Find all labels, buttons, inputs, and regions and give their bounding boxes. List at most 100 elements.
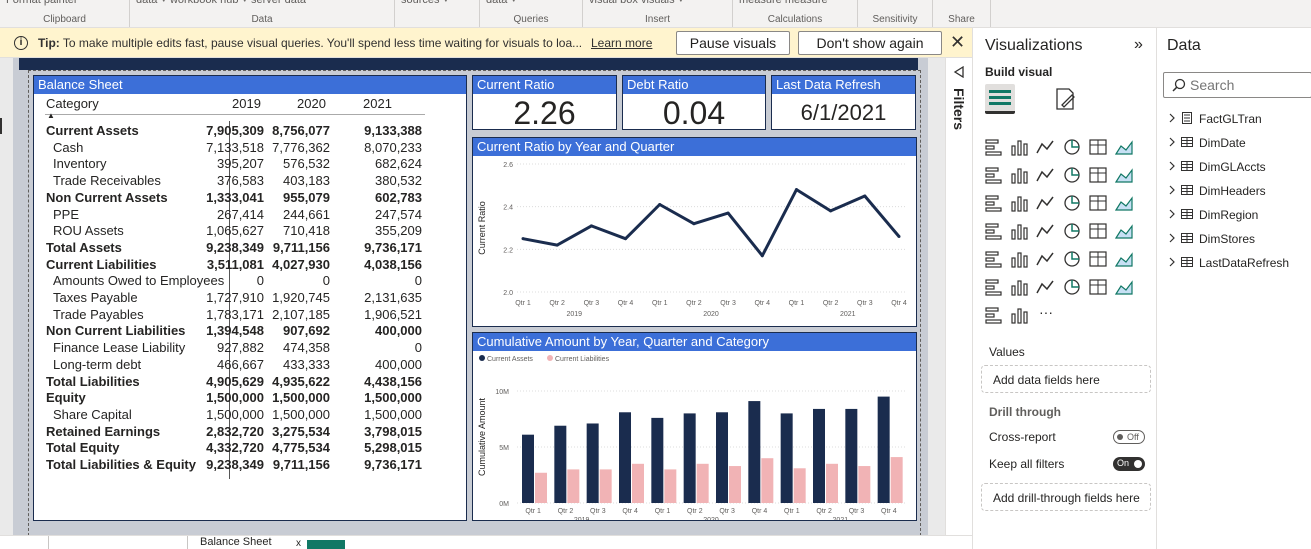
- python-visual-icon[interactable]: [1087, 248, 1109, 270]
- stacked-area-icon[interactable]: [1035, 164, 1057, 186]
- line-clustered-icon[interactable]: [1087, 164, 1109, 186]
- ribbon-chart-icon[interactable]: [1113, 164, 1135, 186]
- balance-sheet-matrix[interactable]: Balance Sheet Category 2019 2020 2021 ▲ …: [33, 75, 467, 521]
- debt-ratio-card[interactable]: Debt Ratio 0.04: [622, 75, 766, 131]
- ribbon-command-labels[interactable]: Format painter: [6, 0, 78, 6]
- data-table-item[interactable]: DimStores: [1165, 230, 1310, 250]
- table-row[interactable]: Total Liabilities & Equity 9,238,349 9,711…: [34, 457, 464, 474]
- dont-show-again-button[interactable]: Don't show again: [798, 31, 942, 55]
- stacked-bar-icon[interactable]: [983, 136, 1005, 158]
- table-row[interactable]: Trade Payables 1,783,171 2,107,185 1,906,52…: [34, 307, 464, 324]
- table-row[interactable]: Total Assets 9,238,349 9,711,156 9,736,171: [34, 240, 464, 257]
- column-header-2019[interactable]: 2019: [232, 96, 261, 111]
- table-row[interactable]: Cash 7,133,518 7,776,362 8,070,233: [34, 140, 464, 157]
- table-row[interactable]: PPE 267,414 244,661 247,574: [34, 207, 464, 224]
- line-chart-icon[interactable]: [983, 164, 1005, 186]
- data-table-item[interactable]: DimDate: [1165, 134, 1310, 154]
- table-row[interactable]: Current Assets 7,905,309 8,756,077 9,133,38…: [34, 123, 464, 140]
- table-row[interactable]: Retained Earnings 2,832,720 3,275,534 3,798…: [34, 424, 464, 441]
- data-table-item[interactable]: FactGLTran: [1165, 110, 1310, 130]
- chevron-right-icon[interactable]: [1167, 233, 1177, 243]
- data-table-item[interactable]: LastDataRefresh: [1165, 254, 1310, 274]
- data-table-item[interactable]: DimRegion: [1165, 206, 1310, 226]
- table-row[interactable]: Non Current Assets 1,333,041 955,079 602,78…: [34, 190, 464, 207]
- map-icon[interactable]: [983, 220, 1005, 242]
- goals-icon[interactable]: [1061, 276, 1083, 298]
- ribbon-command-labels[interactable]: measure measure: [739, 0, 828, 6]
- table-row[interactable]: Finance Lease Liability 927,882 474,358 0: [34, 340, 464, 357]
- chevron-right-icon[interactable]: [1167, 209, 1177, 219]
- column-header-2021[interactable]: 2021: [363, 96, 392, 111]
- scatter-icon[interactable]: [1035, 192, 1057, 214]
- cumulative-amount-bar-chart[interactable]: Cumulative Amount by Year, Quarter and C…: [472, 332, 917, 521]
- column-header-category[interactable]: Category: [46, 96, 99, 111]
- decomposition-tree-icon[interactable]: [983, 276, 1005, 298]
- table-row[interactable]: Total Equity 4,332,720 4,775,534 5,298,015: [34, 440, 464, 457]
- table-row[interactable]: Amounts Owed to Employees 0 0 0: [34, 273, 464, 290]
- table-icon[interactable]: [1009, 248, 1031, 270]
- get-more-visuals-icon[interactable]: [1009, 304, 1031, 326]
- treemap-icon[interactable]: [1113, 192, 1135, 214]
- drill-through-field-well[interactable]: Add drill-through fields here: [981, 483, 1151, 511]
- data-search-box[interactable]: [1163, 72, 1311, 98]
- clustered-column-icon[interactable]: [1061, 136, 1083, 158]
- waterfall-icon[interactable]: [983, 192, 1005, 214]
- collapse-filters-icon[interactable]: [953, 66, 965, 78]
- table-row[interactable]: Non Current Liabilities 1,394,548 907,692 4…: [34, 323, 464, 340]
- line-column-icon[interactable]: [1061, 164, 1083, 186]
- data-table-item[interactable]: DimGLAccts: [1165, 158, 1310, 178]
- table-row[interactable]: Taxes Payable 1,727,910 1,920,745 2,131,635: [34, 290, 464, 307]
- chevron-right-icon[interactable]: [1167, 257, 1177, 267]
- donut-icon[interactable]: [1087, 192, 1109, 214]
- gauge-icon[interactable]: [1035, 220, 1057, 242]
- cross-report-toggle[interactable]: Off: [1113, 430, 1145, 444]
- 100-column-icon[interactable]: [1113, 136, 1135, 158]
- table-row[interactable]: ROU Assets 1,065,627 710,418 355,209: [34, 223, 464, 240]
- 100-bar-icon[interactable]: [1087, 136, 1109, 158]
- page-tab-balance-sheet[interactable]: Balance Sheet: [200, 536, 300, 549]
- table-row[interactable]: Share Capital 1,500,000 1,500,000 1,500,000: [34, 407, 464, 424]
- collapse-visualizations-icon[interactable]: »: [1134, 36, 1143, 54]
- close-icon[interactable]: ✕: [950, 32, 965, 53]
- format-visual-tab-icon[interactable]: [1053, 86, 1079, 112]
- close-tab-icon[interactable]: x: [296, 538, 301, 549]
- keep-all-filters-toggle[interactable]: On: [1113, 457, 1145, 471]
- multirow-card-icon[interactable]: [1087, 220, 1109, 242]
- table-row[interactable]: Inventory 395,207 576,532 682,624: [34, 156, 464, 173]
- card-icon[interactable]: [1061, 220, 1083, 242]
- table-row[interactable]: Equity 1,500,000 1,500,000 1,500,000: [34, 390, 464, 407]
- clustered-bar-icon[interactable]: [1035, 136, 1057, 158]
- page-tab[interactable]: [48, 536, 188, 549]
- more-icon[interactable]: ···: [1035, 304, 1057, 326]
- sort-ascending-icon[interactable]: ▲: [47, 111, 55, 120]
- r-visual-icon[interactable]: [1061, 248, 1083, 270]
- chevron-right-icon[interactable]: [1167, 113, 1177, 123]
- qa-icon[interactable]: [1009, 276, 1031, 298]
- table-row[interactable]: Trade Receivables 376,583 403,183 380,532: [34, 173, 464, 190]
- ribbon-command-labels[interactable]: visual box visuals ˅: [589, 0, 684, 6]
- narrative-icon[interactable]: [1035, 276, 1057, 298]
- key-influencers-icon[interactable]: [1113, 248, 1135, 270]
- add-page-button[interactable]: [307, 540, 345, 549]
- current-ratio-card[interactable]: Current Ratio 2.26: [472, 75, 617, 131]
- values-field-well[interactable]: Add data fields here: [981, 365, 1151, 393]
- chevron-right-icon[interactable]: [1167, 137, 1177, 147]
- learn-more-link[interactable]: Learn more: [591, 36, 652, 50]
- pause-visuals-button[interactable]: Pause visuals: [676, 31, 790, 55]
- last-data-refresh-card[interactable]: Last Data Refresh 6/1/2021: [771, 75, 916, 130]
- chevron-right-icon[interactable]: [1167, 185, 1177, 195]
- data-search-input[interactable]: [1190, 77, 1305, 93]
- area-chart-icon[interactable]: [1009, 164, 1031, 186]
- ribbon-command-labels[interactable]: data ˅ workbook hub ˅ server data: [136, 0, 306, 6]
- table-row[interactable]: Long-term debt 466,667 433,333 400,000: [34, 357, 464, 374]
- ribbon-command-labels[interactable]: data ˅: [486, 0, 517, 6]
- power-apps-icon[interactable]: [1113, 276, 1135, 298]
- power-automate-icon[interactable]: [983, 304, 1005, 326]
- pie-icon[interactable]: [1061, 192, 1083, 214]
- stacked-column-icon[interactable]: [1009, 136, 1031, 158]
- current-ratio-line-chart[interactable]: Current Ratio by Year and Quarter Curren…: [472, 137, 917, 327]
- funnel-icon[interactable]: [1009, 192, 1031, 214]
- build-visual-tab-icon[interactable]: [985, 84, 1015, 114]
- paginated-icon[interactable]: [1087, 276, 1109, 298]
- table-row[interactable]: Total Liabilities 4,905,629 4,935,622 4,438…: [34, 374, 464, 391]
